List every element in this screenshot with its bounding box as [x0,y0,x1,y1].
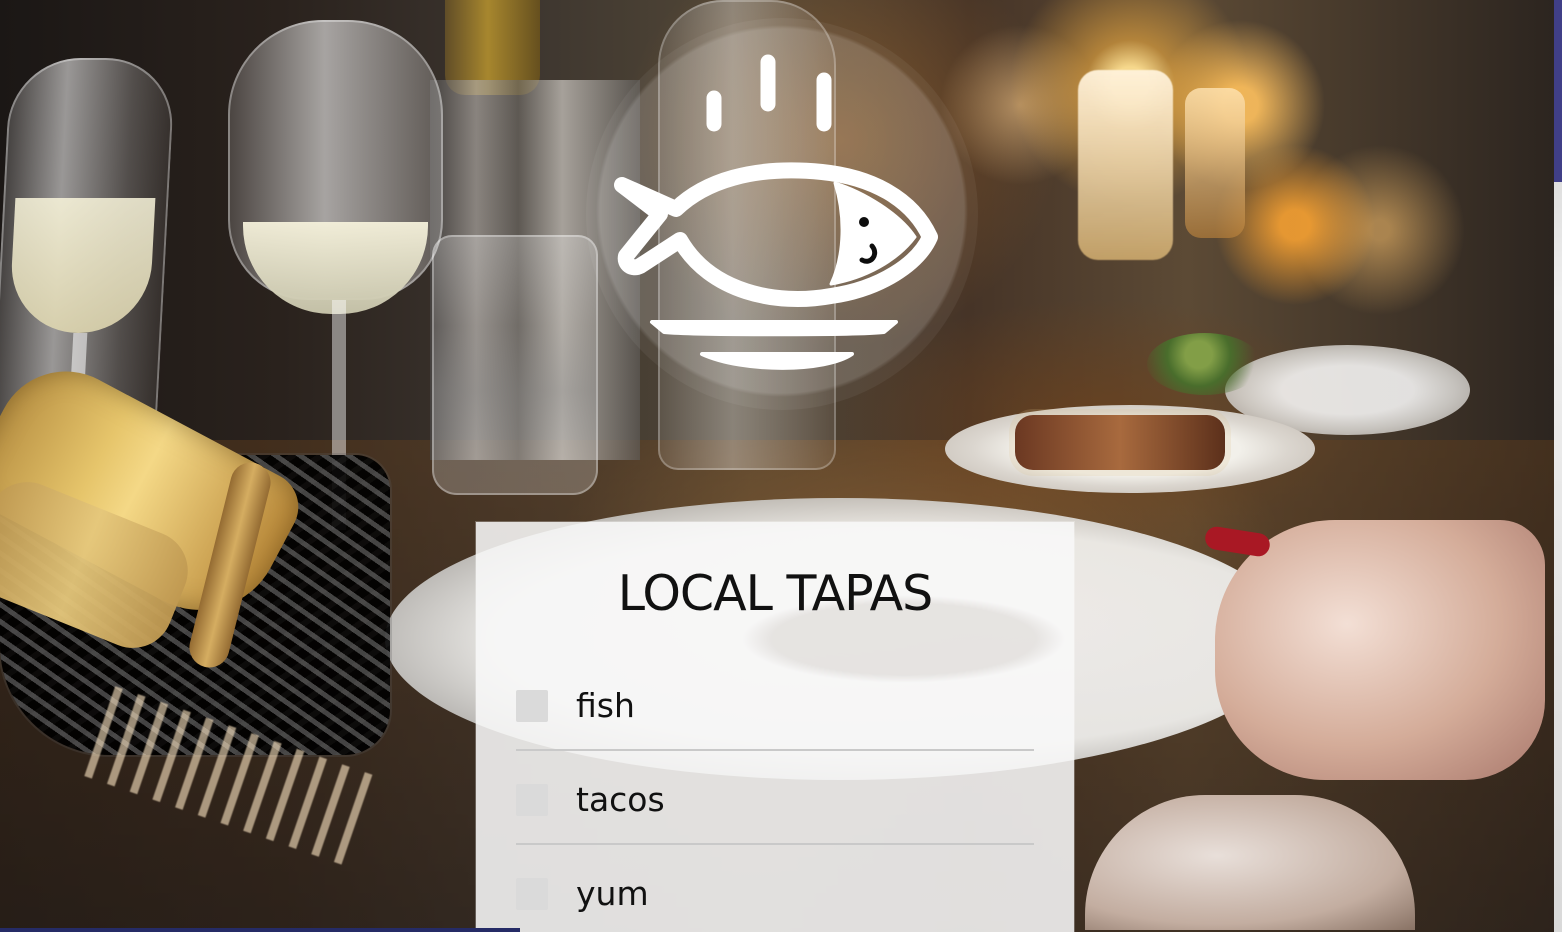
browser-bottom-edge [0,928,520,932]
bread-background [0,346,311,639]
item-label: tacos [576,780,665,819]
page-title: LOCAL TAPAS [617,565,933,622]
plate-background-right [1225,345,1470,435]
candle-background-secondary [1185,88,1245,238]
list-item-tacos[interactable]: tacos [516,780,1034,845]
browser-scroll-tab [1554,0,1562,182]
wine-glass-left [0,58,176,493]
bread-background-secondary [0,470,200,660]
checkbox[interactable] [516,690,548,722]
plate-background-center [945,405,1315,493]
water-glass-background [432,235,598,495]
checkbox[interactable] [516,878,548,910]
wine-glass-liquid [8,198,156,333]
wine-glass-liquid [243,222,428,314]
item-label: fish [576,686,635,725]
item-label: yum [576,874,649,913]
hand-holding-plate-background [1215,520,1545,780]
wine-bottle-background [445,0,540,95]
food-background [1015,415,1225,470]
checkbox[interactable] [516,784,548,816]
list-item-yum[interactable]: yum [516,874,1034,932]
bread-basket-background [0,455,390,755]
breadstick-background [185,458,275,672]
fish-plate-icon [614,54,938,370]
hand-background-lower [1085,795,1415,930]
menu-card: LOCAL TAPAS fish tacos yum [476,522,1074,932]
garnish-background [1147,333,1262,395]
wine-glass-stem [332,300,346,530]
wine-glass-middle [228,20,443,530]
fork-background [84,686,385,869]
app-screen: LOCAL TAPAS fish tacos yum [0,0,1562,932]
wine-glass-stem [64,333,88,493]
candle-background [1078,70,1173,260]
list-item-fish[interactable]: fish [516,686,1034,751]
fish-plate-logo [586,18,978,410]
